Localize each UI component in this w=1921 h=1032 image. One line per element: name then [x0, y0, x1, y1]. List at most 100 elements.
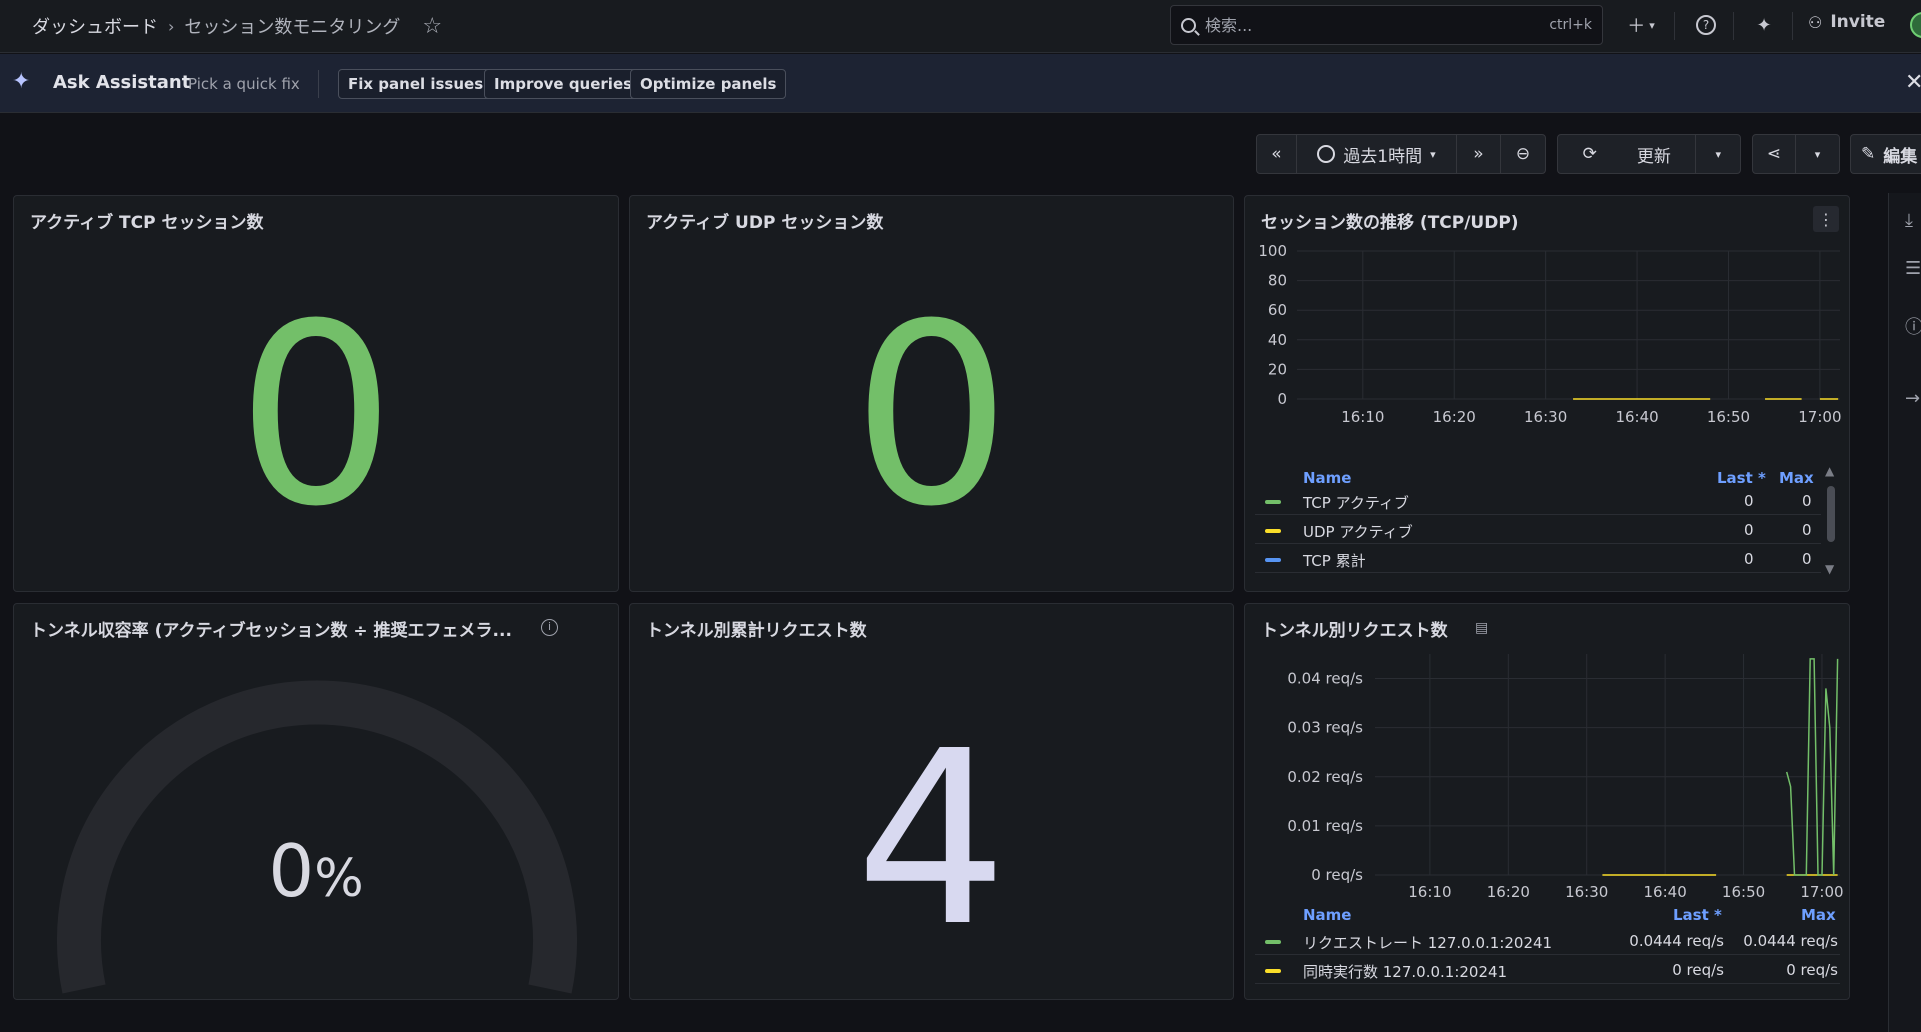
share-button[interactable]: ⋖ [1753, 135, 1797, 173]
y-tick-label: 40 [1268, 331, 1287, 349]
x-tick-label: 16:50 [1722, 883, 1765, 899]
legend-header-last[interactable]: Last * [1673, 906, 1722, 924]
scroll-down-icon[interactable]: ▼ [1825, 562, 1834, 576]
plus-icon: ＋ [1627, 16, 1646, 37]
assistant-divider [318, 70, 319, 98]
legend-scrollbar[interactable] [1827, 486, 1835, 542]
legend-header-name[interactable]: Name [1303, 906, 1351, 924]
refresh-group: ⟳ 更新 ▾ [1557, 134, 1741, 174]
x-tick-label: 16:40 [1644, 883, 1687, 899]
stat-value: 0 [236, 270, 396, 561]
invite-button[interactable]: ⚇ Invite [1808, 12, 1885, 32]
legend-row[interactable]: リクエストレート 127.0.0.1:20241 0.0444 req/s 0.… [1255, 927, 1840, 955]
chip-optimize-panels[interactable]: Optimize panels [630, 69, 787, 99]
avatar[interactable] [1910, 12, 1921, 38]
legend-header-max[interactable]: Max [1779, 469, 1814, 487]
assistant-title: Ask Assistant [53, 72, 191, 93]
legend-name: TCP 累計 [1303, 552, 1366, 570]
legend-row[interactable]: TCP 累計 0 0 [1255, 545, 1821, 573]
collapse-icon[interactable]: → [1905, 388, 1920, 409]
x-tick-label: 16:30 [1565, 883, 1608, 899]
legend-name: リクエストレート 127.0.0.1:20241 [1303, 934, 1553, 952]
legend-max: 0 [1802, 550, 1812, 568]
time-forward-button[interactable]: » [1457, 135, 1501, 173]
session-chart: 0 20 40 60 80 100 16:10 16:20 16:30 16:40 16:50 17:… [1258, 242, 1841, 426]
breadcrumb-dashboards[interactable]: ダッシュボード [32, 13, 158, 39]
sparkle-icon: ✦ [12, 69, 31, 94]
chevron-down-icon: ▾ [1430, 147, 1436, 161]
legend-header-last[interactable]: Last * [1717, 469, 1766, 487]
legend-last: 0 [1744, 521, 1754, 539]
x-tick-label: 16:50 [1707, 408, 1750, 426]
y-tick-label: 100 [1258, 242, 1287, 260]
legend-name: 同時実行数 127.0.0.1:20241 [1303, 963, 1508, 981]
search-box[interactable]: ctrl+k [1170, 5, 1603, 45]
legend-header-name[interactable]: Name [1303, 469, 1351, 487]
refresh-interval-button[interactable]: ▾ [1696, 135, 1740, 173]
stat-value: 4 [855, 699, 1008, 979]
kebab-menu-icon[interactable]: ⋮ [1813, 206, 1839, 232]
chip-improve-queries[interactable]: Improve queries [484, 69, 643, 99]
scroll-up-icon[interactable]: ▲ [1825, 464, 1834, 478]
panel-title: トンネル収容率 (アクティブセッション数 ÷ 推奨エフェメラ... [30, 621, 512, 641]
legend-row[interactable]: UDP アクティブ 0 0 [1255, 516, 1821, 544]
share-menu-button[interactable]: ▾ [1796, 135, 1839, 173]
assistant-button[interactable]: ✦ [1750, 10, 1778, 40]
panel-title: トンネル別リクエスト数 [1261, 621, 1448, 641]
time-picker-group: « 過去1時間 ▾ » ⊖ [1256, 134, 1546, 174]
nav-divider [1674, 12, 1675, 40]
download-icon[interactable]: ⤓ [1905, 210, 1913, 231]
chevrons-left-icon: « [1271, 144, 1282, 164]
chip-fix-panel-issues[interactable]: Fix panel issues [338, 69, 494, 99]
time-range-picker[interactable]: 過去1時間 ▾ [1297, 135, 1457, 173]
legend-last: 0.0444 req/s [1629, 932, 1724, 950]
share-group: ⋖ ▾ [1752, 134, 1840, 174]
panel-tcp-sessions[interactable]: アクティブ TCP セッション数 0 [13, 195, 619, 592]
assistant-subtitle: Pick a quick fix [188, 75, 300, 93]
add-button[interactable]: ＋ ▾ [1620, 10, 1662, 40]
legend-last: 0 req/s [1672, 961, 1724, 979]
legend-header-max[interactable]: Max [1801, 906, 1836, 924]
legend-max: 0 [1802, 492, 1812, 510]
legend-swatch [1265, 500, 1281, 504]
list-icon[interactable]: ☰ [1905, 258, 1921, 279]
panel-tunnel-total[interactable]: トンネル別累計リクエスト数 4 [629, 603, 1234, 1000]
zoom-out-button[interactable]: ⊖ [1501, 135, 1545, 173]
legend-name: UDP アクティブ [1303, 523, 1413, 541]
chevron-down-icon: ▾ [1715, 147, 1721, 161]
help-button[interactable]: ? [1692, 10, 1720, 40]
panel-udp-sessions[interactable]: アクティブ UDP セッション数 0 [629, 195, 1234, 592]
y-tick-label: 60 [1268, 301, 1287, 319]
chevron-down-icon: ▾ [1814, 147, 1821, 161]
close-icon[interactable]: ✕ [1905, 70, 1921, 95]
user-plus-icon: ⚇ [1808, 12, 1823, 32]
pencil-icon: ✎ [1861, 144, 1876, 164]
x-tick-label: 16:10 [1341, 408, 1384, 426]
edit-button[interactable]: ✎ 編集 [1851, 135, 1921, 173]
edit-label: 編集 [1883, 146, 1918, 167]
search-input[interactable] [1205, 15, 1550, 35]
stat-value: 0 [851, 270, 1012, 561]
x-tick-label: 16:10 [1408, 883, 1451, 899]
panel-tunnel-requests[interactable]: トンネル別リクエスト数 ▤ 0 req/s 0.01 req/s 0.02 req/… [1244, 603, 1850, 1000]
refresh-button[interactable]: ⟳ 更新 [1558, 135, 1697, 173]
legend-row[interactable]: 同時実行数 127.0.0.1:20241 0 req/s 0 req/s [1255, 956, 1840, 984]
library-panel-icon[interactable]: ▤ [1475, 620, 1488, 636]
legend-row[interactable]: TCP アクティブ 0 0 [1255, 487, 1821, 515]
y-tick-label: 20 [1268, 360, 1287, 378]
time-back-button[interactable]: « [1257, 135, 1297, 173]
legend-swatch [1265, 529, 1281, 533]
x-tick-label: 16:20 [1433, 408, 1476, 426]
panel-tunnel-capacity[interactable]: トンネル収容率 (アクティブセッション数 ÷ 推奨エフェメラ... i 0% [13, 603, 619, 1000]
top-nav: ダッシュボード › セッション数モニタリング ☆ ctrl+k ＋▾ ? ✦ ⚇… [0, 0, 1921, 53]
search-icon [1181, 17, 1196, 33]
info-icon[interactable]: i [541, 619, 558, 636]
legend-swatch [1265, 940, 1281, 944]
info-icon[interactable]: ⓘ [1905, 313, 1921, 339]
legend-name: TCP アクティブ [1303, 494, 1409, 512]
zoom-out-icon: ⊖ [1515, 144, 1531, 164]
star-icon[interactable]: ☆ [422, 14, 442, 39]
panel-session-trend[interactable]: セッション数の推移 (TCP/UDP) ⋮ 0 20 40 60 80 100 16:10 1… [1244, 195, 1850, 592]
gauge [57, 680, 577, 994]
help-icon: ? [1696, 15, 1716, 35]
